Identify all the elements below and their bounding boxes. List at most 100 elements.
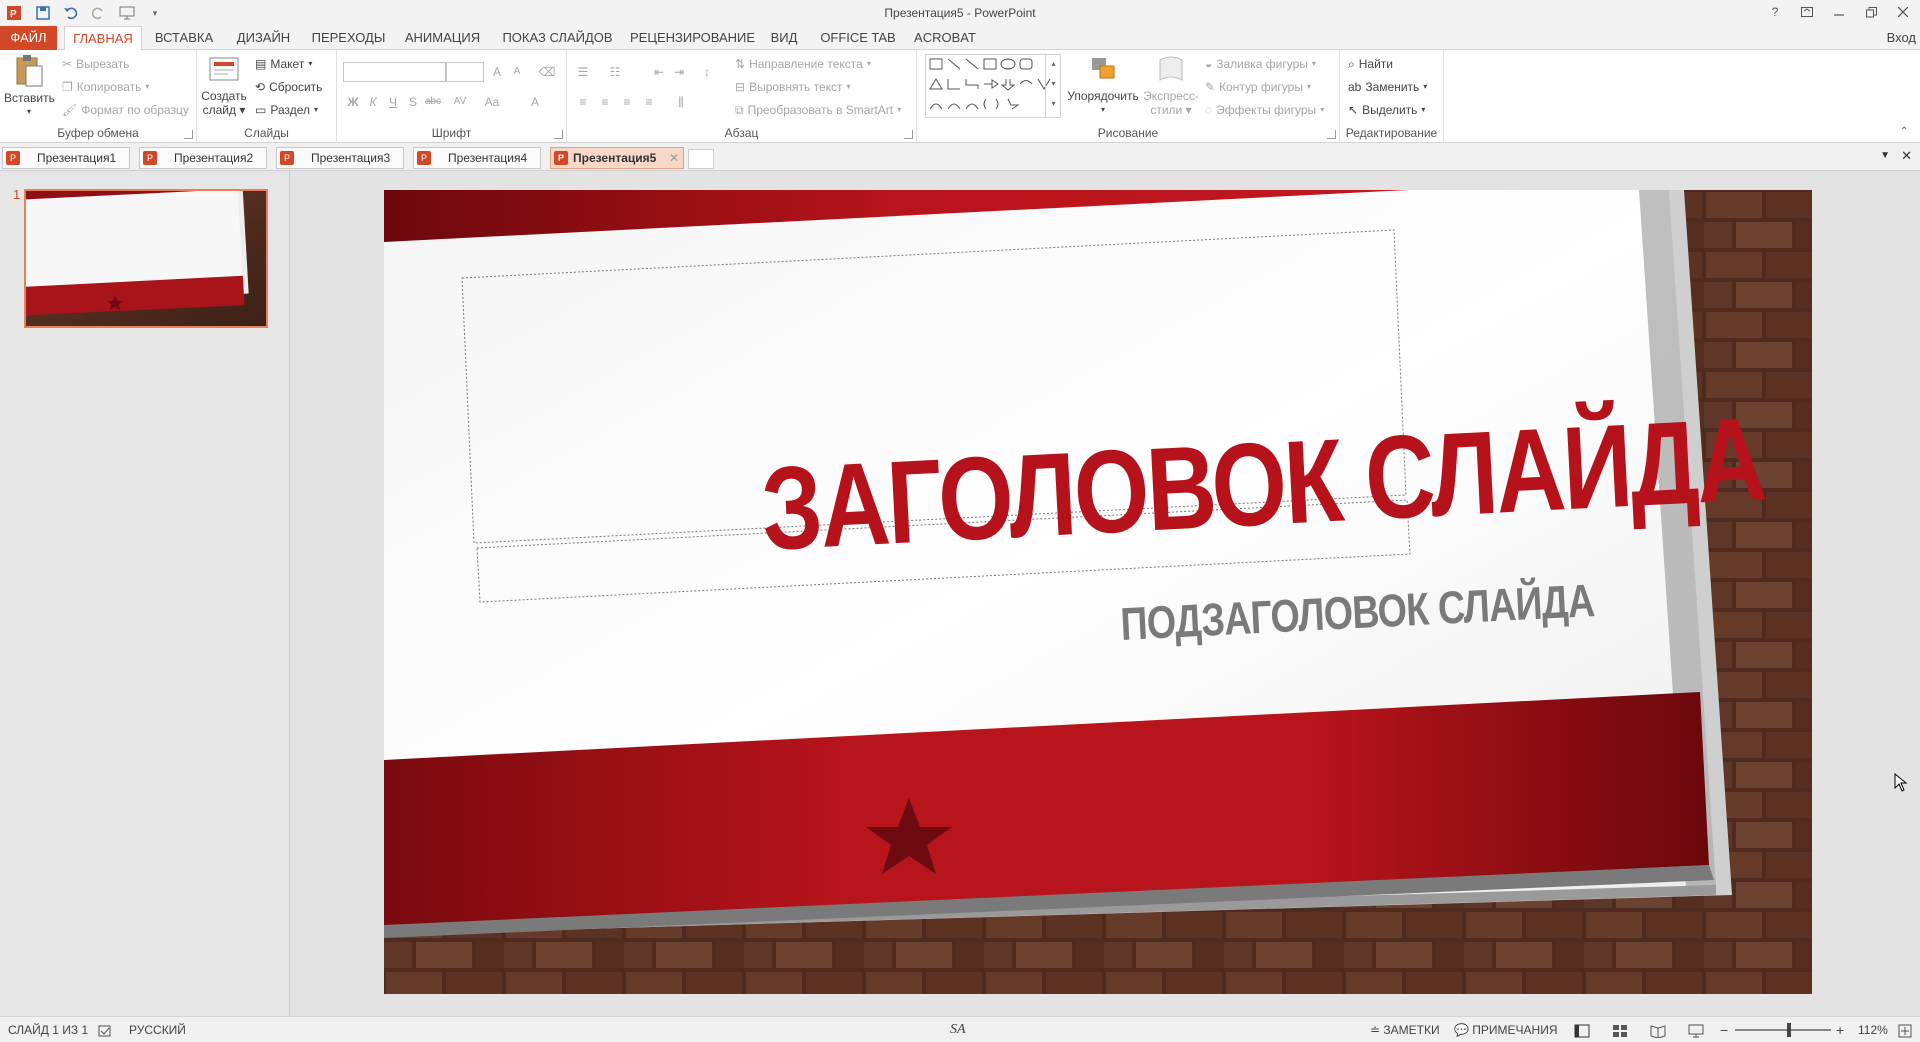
pen-icon: ✎	[1205, 80, 1216, 94]
char-spacing-button[interactable]: AV	[447, 92, 473, 112]
tab-animations[interactable]: АНИМАЦИЯ	[400, 26, 485, 50]
section-button[interactable]: ▭ Раздел ▾	[255, 100, 318, 120]
increase-font-icon[interactable]: A	[487, 62, 507, 82]
tab-insert[interactable]: ВСТАВКА	[150, 26, 218, 50]
shape-fill-button[interactable]: ◒ Заливка фигуры ▾	[1205, 54, 1316, 74]
cut-button[interactable]: ✂ Вырезать	[62, 54, 129, 74]
zoom-out-button[interactable]: −	[1720, 1017, 1728, 1042]
window-title: Презентация5 - PowerPoint	[884, 6, 1036, 20]
zoom-slider[interactable]	[1735, 1023, 1831, 1037]
font-launcher-icon[interactable]	[554, 130, 563, 139]
zoom-level[interactable]: 112%	[1858, 1017, 1888, 1042]
increase-indent-icon[interactable]: ⇥	[669, 62, 689, 82]
strikethrough-button[interactable]: abc	[423, 92, 443, 112]
replace-button[interactable]: ab Заменить ▾	[1348, 77, 1427, 97]
shape-effects-button[interactable]: ◌ Эффекты фигуры ▾	[1205, 100, 1324, 120]
close-document-icon[interactable]: ✕	[1901, 148, 1912, 164]
bullets-icon[interactable]: ☰	[573, 62, 593, 82]
tab-home[interactable]: ГЛАВНАЯ	[64, 26, 142, 51]
doc-tab-4[interactable]: P Презентация4	[413, 147, 541, 169]
align-center-icon[interactable]: ≡	[595, 92, 615, 112]
fit-to-window-icon[interactable]	[1898, 1017, 1912, 1042]
restore-icon[interactable]	[1858, 2, 1884, 22]
tab-list-dropdown-icon[interactable]: ▼	[1880, 150, 1890, 161]
new-slide-button[interactable]: Создать слайд ▾	[201, 54, 247, 117]
layout-icon: ▤	[255, 57, 267, 71]
text-direction-button[interactable]: ⇅ Направление текста ▾	[735, 54, 871, 74]
arrange-button[interactable]: Упорядочить ▾	[1065, 54, 1141, 117]
tab-file[interactable]: ФАЙЛ	[0, 26, 57, 50]
paragraph-launcher-icon[interactable]	[904, 130, 913, 139]
slide-editing-canvas[interactable]: ЗАГОЛОВОК СЛАЙДА ПОДЗАГОЛОВОК СЛАЙДА	[291, 171, 1920, 1016]
decrease-indent-icon[interactable]: ⇤	[649, 62, 669, 82]
slide-sorter-icon[interactable]	[1612, 1017, 1628, 1042]
align-left-icon[interactable]: ≡	[573, 92, 593, 112]
zoom-slider-thumb[interactable]	[1786, 1023, 1791, 1037]
powerpoint-file-icon: P	[554, 151, 568, 165]
reset-button[interactable]: ⟲ Сбросить	[255, 77, 322, 97]
slide-counter[interactable]: СЛАЙД 1 ИЗ 1	[8, 1017, 88, 1042]
tab-view[interactable]: ВИД	[764, 26, 804, 50]
slide-thumbnail[interactable]	[24, 189, 268, 328]
copy-button[interactable]: ❐ Копировать ▾	[62, 77, 149, 97]
clear-formatting-icon[interactable]: ⌫	[537, 62, 557, 82]
change-case-button[interactable]: Aa	[479, 92, 505, 112]
line-spacing-icon[interactable]: ↕	[697, 62, 717, 82]
convert-smartart-button[interactable]: ⧉ Преобразовать в SmartArt ▾	[735, 100, 901, 120]
columns-icon[interactable]: ⫼	[671, 92, 691, 112]
underline-button[interactable]: Ч	[383, 92, 403, 112]
find-button[interactable]: ⌕ Найти	[1348, 54, 1393, 74]
tab-acrobat[interactable]: ACROBAT	[910, 26, 980, 50]
font-name-combo[interactable]	[343, 62, 446, 82]
align-right-icon[interactable]: ≡	[617, 92, 637, 112]
layout-button[interactable]: ▤ Макет ▾	[255, 54, 312, 74]
smartart-icon: ⧉	[735, 103, 744, 117]
justify-icon[interactable]: ≡	[639, 92, 659, 112]
close-tab-icon[interactable]: ✕	[669, 148, 679, 168]
bold-button[interactable]: Ж	[343, 92, 363, 112]
format-painter-button[interactable]: 🖌 Формат по образцу	[62, 100, 189, 120]
doc-tab-5[interactable]: P Презентация5 ✕	[550, 147, 684, 169]
collapse-ribbon-icon[interactable]: ⌃	[1900, 126, 1912, 138]
slideshow-view-icon[interactable]	[1688, 1017, 1704, 1042]
decrease-font-icon[interactable]: A	[507, 62, 527, 82]
tab-design[interactable]: ДИЗАЙН	[230, 26, 297, 50]
new-tab-button[interactable]	[688, 149, 714, 169]
numbering-icon[interactable]: ☷	[605, 62, 625, 82]
shadow-button[interactable]: S	[403, 92, 423, 112]
tab-office-tab[interactable]: OFFICE TAB	[818, 26, 898, 50]
chevron-down-icon: ▾	[308, 59, 313, 68]
minimize-icon[interactable]	[1826, 2, 1852, 22]
paste-button[interactable]: Вставить ▾	[4, 54, 55, 119]
normal-view-icon[interactable]	[1574, 1017, 1590, 1042]
shape-outline-button[interactable]: ✎ Контур фигуры ▾	[1205, 77, 1311, 97]
quick-styles-button[interactable]: Экспресс- стили ▾	[1141, 54, 1201, 117]
font-size-combo[interactable]	[446, 62, 484, 82]
tab-slideshow[interactable]: ПОКАЗ СЛАЙДОВ	[500, 26, 615, 50]
shapes-gallery[interactable]	[925, 54, 1061, 118]
doc-tab-2[interactable]: P Презентация2	[139, 147, 267, 169]
spell-check-icon[interactable]	[98, 1017, 112, 1042]
doc-tab-3[interactable]: P Презентация3	[276, 147, 404, 169]
ribbon-display-options-icon[interactable]	[1794, 2, 1820, 22]
font-color-button[interactable]: A	[525, 92, 545, 112]
doc-tab-1[interactable]: P Презентация1	[2, 147, 130, 169]
slide[interactable]: ЗАГОЛОВОК СЛАЙДА ПОДЗАГОЛОВОК СЛАЙДА	[384, 190, 1812, 994]
drawing-launcher-icon[interactable]	[1327, 130, 1336, 139]
replace-icon: ab	[1348, 80, 1362, 94]
reading-view-icon[interactable]	[1650, 1017, 1666, 1042]
tab-review[interactable]: РЕЦЕНЗИРОВАНИЕ	[630, 26, 755, 50]
clipboard-launcher-icon[interactable]	[184, 130, 193, 139]
comments-button[interactable]: 💬 ПРИМЕЧАНИЯ	[1454, 1017, 1558, 1042]
close-window-icon[interactable]	[1890, 2, 1916, 22]
shapes-scroll[interactable]: ▴ ▾ ▾	[1045, 54, 1061, 118]
tab-transitions[interactable]: ПЕРЕХОДЫ	[311, 26, 386, 50]
italic-button[interactable]: К	[363, 92, 383, 112]
zoom-in-button[interactable]: +	[1836, 1017, 1844, 1042]
sign-in-link[interactable]: Вход	[1887, 26, 1916, 50]
notes-button[interactable]: ≐ ЗАМЕТКИ	[1370, 1017, 1440, 1042]
align-text-button[interactable]: ⊟ Выровнять текст ▾	[735, 77, 851, 97]
select-button[interactable]: ↖ Выделить ▾	[1348, 100, 1425, 120]
help-button[interactable]: ?	[1762, 2, 1788, 22]
language-indicator[interactable]: РУССКИЙ	[129, 1017, 186, 1042]
